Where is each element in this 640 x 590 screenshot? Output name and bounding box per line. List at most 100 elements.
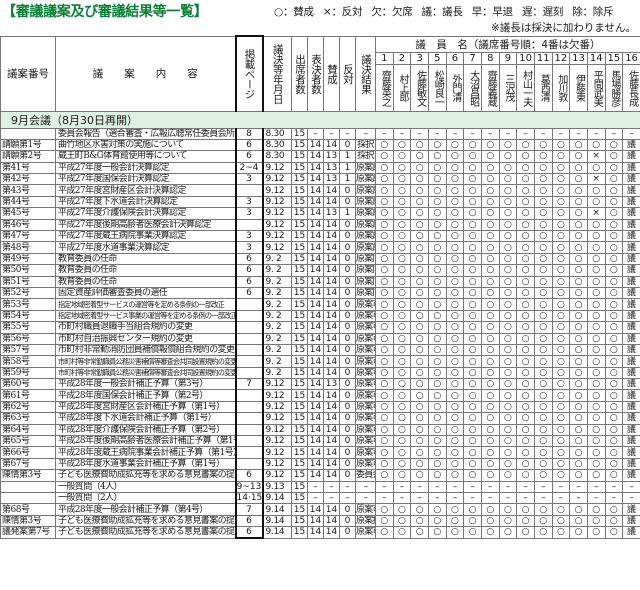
nay-count: 0 bbox=[339, 469, 356, 482]
member-vote: ○ bbox=[480, 161, 500, 175]
legend: ○：賛成 ×：反対 欠：欠席 議：議長 早：早退 遅：遅刻 除：除斥 bbox=[274, 4, 622, 19]
member-vote: ○ bbox=[445, 150, 465, 163]
member-vote: ○ bbox=[445, 241, 465, 254]
page-ref: 6 bbox=[234, 526, 264, 540]
nay-count: – bbox=[339, 127, 356, 140]
yes-count: 14 bbox=[323, 298, 340, 311]
member-vote: ○ bbox=[480, 150, 500, 163]
voter-count: 14 bbox=[307, 161, 324, 175]
page-ref bbox=[234, 355, 264, 368]
member-vote: 議 bbox=[622, 298, 640, 311]
decision-result: 原案同意 bbox=[355, 264, 376, 277]
member-vote: ○ bbox=[410, 469, 429, 482]
attendance-count: 15 bbox=[291, 400, 308, 414]
member-vote: 議 bbox=[622, 366, 640, 380]
member-vote: ○ bbox=[604, 286, 624, 300]
member-vote: ○ bbox=[569, 378, 588, 391]
decision-result: 原案可決 bbox=[355, 343, 376, 357]
member-vote: 議 bbox=[622, 355, 640, 368]
bill-number bbox=[0, 480, 56, 494]
member-vote: ○ bbox=[463, 207, 482, 220]
member-vote: ○ bbox=[586, 457, 606, 471]
member-vote: ○ bbox=[498, 366, 518, 380]
decision-result: 原案認定 bbox=[355, 218, 376, 232]
member-vote: ○ bbox=[551, 286, 571, 300]
voter-count: 14 bbox=[307, 469, 324, 482]
member-vote: ○ bbox=[498, 241, 518, 254]
bill-name: 教育委員の任命 bbox=[55, 275, 236, 288]
member-vote: ○ bbox=[604, 503, 624, 516]
member-vote: ○ bbox=[498, 423, 518, 437]
member-vote: ○ bbox=[427, 457, 447, 471]
table-row: 第50号教育委員の任命69. 21514140原案同意○○○○○○○○○○○○○… bbox=[0, 264, 640, 277]
table-row: 第60号平成28年度一般会計補正予算（第3号）79.121514130原案可決○… bbox=[0, 378, 640, 391]
yes-count: 14 bbox=[323, 229, 340, 243]
member-vote: ○ bbox=[392, 435, 412, 448]
member-vote: ○ bbox=[480, 412, 500, 425]
decision-date: 9. 2 bbox=[262, 309, 292, 323]
decision-date: 9. 2 bbox=[262, 298, 292, 311]
member-vote: ○ bbox=[392, 218, 412, 232]
member-vote: ○ bbox=[445, 332, 465, 345]
member-vote: ○ bbox=[427, 321, 447, 334]
member-vote: – bbox=[498, 127, 518, 140]
member-vote: ○ bbox=[427, 514, 447, 528]
member-vote: ○ bbox=[480, 423, 500, 437]
member-vote: ○ bbox=[463, 446, 482, 459]
member-vote: ○ bbox=[480, 207, 500, 220]
member-vote: – bbox=[604, 127, 624, 140]
decision-date: 9. 2 bbox=[262, 286, 292, 300]
nay-count: 0 bbox=[339, 503, 356, 516]
member-vote: ○ bbox=[392, 389, 412, 402]
decision-date: 9.13 bbox=[262, 480, 292, 494]
member-vote: ○ bbox=[551, 241, 571, 254]
nay-count: 0 bbox=[339, 412, 356, 425]
member-vote: ○ bbox=[533, 264, 553, 277]
member-vote: ○ bbox=[516, 469, 535, 482]
yes-count: 14 bbox=[323, 446, 340, 459]
member-vote: ○ bbox=[569, 389, 588, 402]
member-vote: ○ bbox=[463, 400, 482, 414]
yes-count: 14 bbox=[323, 195, 340, 209]
member-vote: – bbox=[392, 127, 412, 140]
attendance-count: 15 bbox=[291, 252, 308, 266]
member-vote: ○ bbox=[480, 457, 500, 471]
decision-result: 原案可決 bbox=[355, 298, 376, 311]
yes-count: 14 bbox=[323, 286, 340, 300]
member-vote: ○ bbox=[516, 173, 535, 186]
member-vote: ○ bbox=[498, 264, 518, 277]
member-vote: ○ bbox=[463, 321, 482, 334]
member-vote: ○ bbox=[551, 138, 571, 152]
member-vote: ○ bbox=[533, 457, 553, 471]
member-vote: ○ bbox=[427, 264, 447, 277]
attendance-count: 15 bbox=[291, 127, 308, 140]
voter-count: 14 bbox=[307, 503, 324, 516]
table-row: 第65号 平成28年度後期高齢者医療会計補正予算（第1号） 9.12 15 14 14 0 原… bbox=[0, 435, 640, 448]
yes-count: 14 bbox=[323, 435, 340, 448]
member-vote: ○ bbox=[533, 309, 553, 323]
member-vote: ○ bbox=[392, 343, 412, 357]
member-vote: ○ bbox=[533, 400, 553, 414]
bill-name: 平成27年度国保会計決算認定 bbox=[55, 173, 236, 186]
member-vote: ○ bbox=[604, 138, 624, 152]
nay-count: 0 bbox=[339, 423, 356, 437]
attendance-count: 15 bbox=[291, 526, 308, 539]
yes-count: 14 bbox=[323, 184, 340, 197]
member-vote: 議 bbox=[622, 173, 640, 186]
member-vote: ○ bbox=[516, 207, 535, 220]
voter-count: 14 bbox=[307, 423, 324, 437]
member-vote: ○ bbox=[498, 332, 518, 345]
voter-count: 14 bbox=[307, 286, 324, 300]
legend-item: ×：反対 bbox=[322, 6, 363, 18]
member-vote: ○ bbox=[445, 389, 465, 402]
member-vote: ○ bbox=[392, 526, 412, 539]
member-vote: ○ bbox=[533, 514, 553, 528]
bill-name: 教育委員の任命 bbox=[55, 252, 236, 266]
member-vote: ○ bbox=[445, 264, 465, 277]
member-vote: 議 bbox=[622, 343, 640, 357]
member-vote: ○ bbox=[569, 366, 588, 380]
member-vote: ○ bbox=[463, 332, 482, 345]
page-ref: 6 bbox=[234, 275, 264, 288]
member-vote: ○ bbox=[604, 161, 624, 175]
member-vote: ○ bbox=[480, 173, 500, 186]
